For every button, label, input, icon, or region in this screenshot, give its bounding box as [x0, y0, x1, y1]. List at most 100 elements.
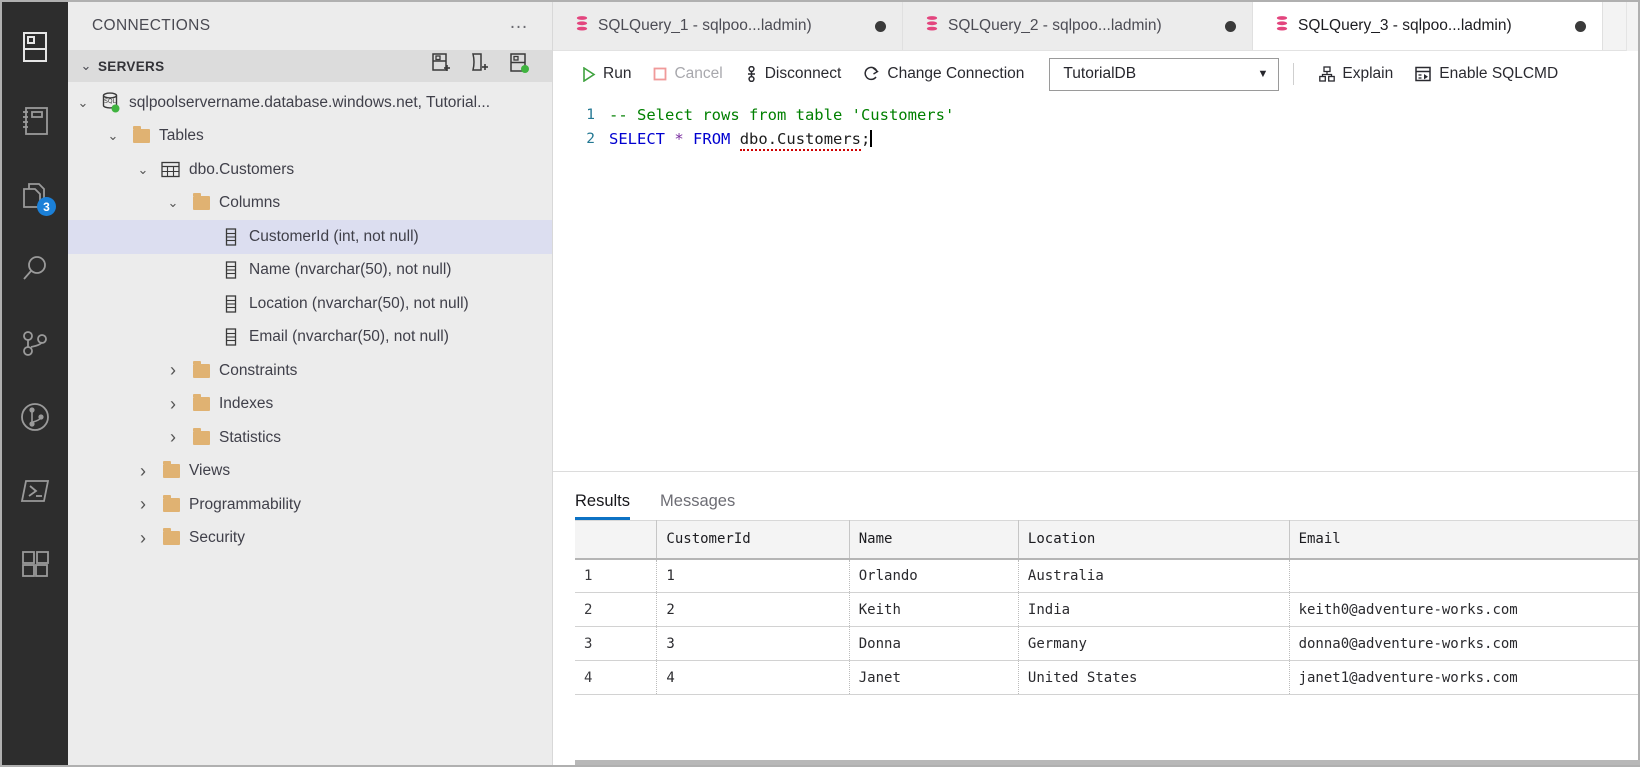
panel-more-actions-icon[interactable]: … — [509, 13, 530, 34]
tree-item[interactable]: ⌄ Columns — [68, 187, 552, 221]
panel-header: CONNECTIONS … — [68, 2, 552, 50]
grid-horizontal-scrollbar[interactable] — [575, 760, 1640, 765]
grid-cell[interactable]: Australia — [1018, 558, 1290, 593]
grid-cell[interactable]: Germany — [1018, 626, 1290, 661]
table-row[interactable]: 4 4 Janet United States janet1@adventure-wor… — [575, 660, 1638, 695]
activity-item-explorer[interactable]: 3 — [2, 158, 68, 232]
grid-cell[interactable]: Donna — [849, 626, 1019, 661]
activity-item-terminal[interactable] — [2, 454, 68, 528]
query-toolbar: Run Cancel Disconnect Change Connection … — [553, 51, 1638, 97]
grid-header-cell[interactable]: Email — [1289, 520, 1638, 560]
change-connection-button[interactable]: Change Connection — [852, 61, 1035, 87]
editor-tab[interactable]: SQLQuery_2 - sqlpoo...ladmin) — [903, 2, 1253, 50]
tree-item-label: Views — [189, 462, 231, 480]
database-select-value: TutorialDB — [1063, 65, 1137, 82]
grid-cell[interactable]: keith0@adventure-works.com — [1289, 592, 1638, 627]
activity-item-git-graph[interactable] — [2, 380, 68, 454]
activity-item-notebooks[interactable] — [2, 84, 68, 158]
activity-item-servers[interactable] — [2, 10, 68, 84]
table-row[interactable]: 2 2 Keith India keith0@adventure-works.com — [575, 592, 1638, 627]
grid-header-cell[interactable]: Name — [849, 520, 1019, 560]
row-number-cell[interactable]: 3 — [575, 626, 658, 661]
text-cursor — [870, 130, 872, 147]
sql-file-icon — [925, 15, 939, 38]
servers-section-header[interactable]: ⌄ SERVERS — [68, 50, 552, 82]
activity-item-search[interactable] — [2, 232, 68, 306]
new-server-group-icon[interactable] — [469, 52, 491, 80]
column-icon — [218, 261, 244, 279]
explain-label: Explain — [1342, 65, 1394, 82]
tree-item[interactable]: › Constraints — [68, 354, 552, 388]
enable-sqlcmd-button[interactable]: Enable SQLCMD — [1404, 61, 1569, 87]
editor-tab-label: SQLQuery_3 - sqlpoo...ladmin) — [1298, 17, 1512, 34]
tree-item-label: Programmability — [189, 495, 301, 513]
row-number-cell[interactable]: 4 — [575, 660, 658, 695]
tree-item[interactable]: ⌄ dbo.Customers — [68, 153, 552, 187]
table-row[interactable]: 1 1 Orlando Australia — [575, 558, 1638, 593]
tree-item-label: Location (nvarchar(50), not null) — [249, 294, 469, 312]
enable-sqlcmd-label: Enable SQLCMD — [1439, 65, 1559, 82]
database-select[interactable]: TutorialDB ▼ — [1049, 57, 1280, 91]
results-tab-messages[interactable]: Messages — [660, 492, 735, 520]
tree-item[interactable]: › Views — [68, 455, 552, 489]
tree-item[interactable]: › Security — [68, 522, 552, 556]
column-icon — [218, 328, 244, 346]
tree-item[interactable]: › Statistics — [68, 421, 552, 455]
grid-cell[interactable]: Orlando — [849, 558, 1019, 593]
tree-item[interactable]: Email (nvarchar(50), not null) — [68, 321, 552, 355]
table-icon — [158, 161, 184, 179]
tree-item-label: Tables — [159, 127, 204, 145]
results-grid-wrap[interactable]: CustomerId Name Location Email 1 1 Orlando… — [553, 520, 1638, 760]
tree-item-label: Email (nvarchar(50), not null) — [249, 328, 449, 346]
row-number-cell[interactable]: 2 — [575, 592, 658, 627]
tree-item-label: sqlpoolservername.database.windows.net, … — [129, 93, 491, 111]
tree-item-label: Statistics — [219, 428, 282, 446]
grid-cell[interactable]: 2 — [656, 592, 850, 627]
grid-cell[interactable]: janet1@adventure-works.com — [1289, 660, 1638, 695]
sqlcmd-icon — [1415, 66, 1431, 82]
grid-cell[interactable]: 3 — [656, 626, 850, 661]
sql-editor[interactable]: 1 -- Select rows from table 'Customers' … — [553, 97, 1638, 471]
table-row[interactable]: 3 3 Donna Germany donna0@adventure-works.com — [575, 626, 1638, 661]
chevron-down-icon: ▼ — [1257, 68, 1269, 80]
activity-item-extensions[interactable] — [2, 528, 68, 602]
active-connections-icon[interactable] — [508, 52, 530, 80]
tree-item[interactable]: ⌄ SQL sqlpoolservername.database.windows.n… — [68, 86, 552, 120]
grid-cell[interactable]: United States — [1018, 660, 1290, 695]
source-control-icon — [20, 328, 50, 358]
grid-header-cell[interactable]: CustomerId — [656, 520, 850, 560]
tree-item[interactable]: › Programmability — [68, 488, 552, 522]
grid-cell[interactable]: Janet — [849, 660, 1019, 695]
code-line: 1 -- Select rows from table 'Customers' — [553, 103, 1638, 127]
grid-cell[interactable]: Keith — [849, 592, 1019, 627]
folder-icon — [188, 360, 214, 378]
grid-cell[interactable]: 1 — [656, 558, 850, 593]
run-label: Run — [603, 65, 632, 82]
activity-item-source-control[interactable] — [2, 306, 68, 380]
grid-header-cell[interactable] — [575, 520, 658, 560]
grid-cell[interactable]: donna0@adventure-works.com — [1289, 626, 1638, 661]
cancel-label: Cancel — [674, 65, 723, 82]
tree-item[interactable]: Name (nvarchar(50), not null) — [68, 254, 552, 288]
run-button[interactable]: Run — [571, 61, 642, 87]
tree-item[interactable]: Location (nvarchar(50), not null) — [68, 287, 552, 321]
grid-cell[interactable]: 4 — [656, 660, 850, 695]
row-number-cell[interactable]: 1 — [575, 558, 658, 593]
results-tab-results[interactable]: Results — [575, 492, 631, 520]
grid-cell[interactable]: India — [1018, 592, 1290, 627]
explain-button[interactable]: Explain — [1308, 61, 1404, 87]
new-connection-icon[interactable] — [430, 52, 452, 80]
editor-tab[interactable]: SQLQuery_1 - sqlpoo...ladmin) — [553, 2, 903, 50]
disconnect-button[interactable]: Disconnect — [734, 61, 853, 87]
grid-header-cell[interactable]: Location — [1018, 520, 1290, 560]
cancel-button[interactable]: Cancel — [642, 61, 733, 87]
folder-icon — [128, 126, 154, 144]
folder-icon — [158, 528, 184, 546]
tree-item[interactable]: › Indexes — [68, 388, 552, 422]
grid-cell[interactable] — [1289, 558, 1638, 593]
tree-item[interactable]: ⌄ Tables — [68, 120, 552, 154]
tree-item[interactable]: CustomerId (int, not null) — [68, 220, 552, 254]
tree-item-label: Constraints — [219, 361, 298, 379]
editor-tab[interactable]: SQLQuery_3 - sqlpoo...ladmin) — [1253, 2, 1603, 50]
sql-file-icon — [575, 15, 589, 38]
